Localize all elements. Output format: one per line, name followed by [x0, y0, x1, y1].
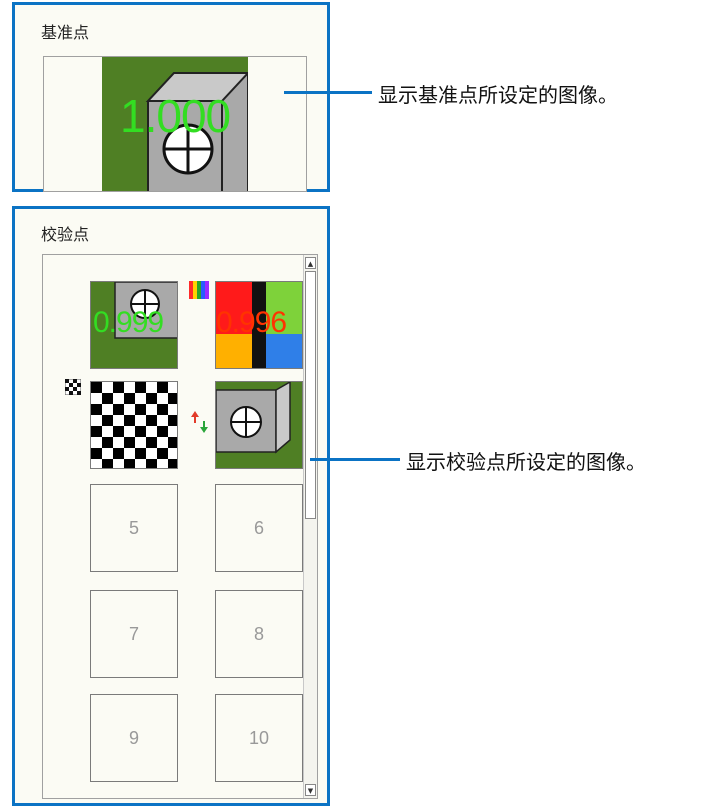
check-slot-5[interactable]: 5: [90, 484, 178, 572]
swap-arrows-icon: [191, 411, 208, 433]
scroll-down-button[interactable]: ▼: [305, 784, 316, 796]
reference-score: 1.000: [120, 90, 231, 142]
check-thumbnail-2[interactable]: 0.996: [215, 281, 303, 369]
check-point-list[interactable]: 0.999 0.996 5 6 7 8 9 10 ▲ ▼: [42, 254, 318, 799]
check-panel-title: 校验点: [41, 225, 90, 244]
reference-image-frame: 1.000: [43, 56, 307, 192]
check-slot-9[interactable]: 9: [90, 694, 178, 782]
color-bars-icon: [189, 281, 209, 299]
check-callout-text: 显示校验点所设定的图像。: [406, 450, 646, 474]
reference-callout-text: 显示基准点所设定的图像。: [378, 83, 618, 107]
check-thumbnail-4[interactable]: [215, 381, 303, 469]
check-slot-6[interactable]: 6: [215, 484, 303, 572]
checkerboard-graphic: [91, 382, 177, 468]
check-slot-8[interactable]: 8: [215, 590, 303, 678]
check-thumbnail-3[interactable]: [90, 381, 178, 469]
check-thumbnail-1[interactable]: 0.999: [90, 281, 178, 369]
check-point-panel: 校验点 0.999 0.996 5 6 7 8 9 10 ▲ ▼: [12, 206, 330, 806]
check-callout-line: [310, 458, 400, 461]
scroll-thumb[interactable]: [305, 271, 316, 519]
thumbnail-1-score: 0.999: [93, 306, 164, 339]
scroll-up-button[interactable]: ▲: [305, 257, 316, 269]
list-scrollbar[interactable]: ▲ ▼: [303, 255, 317, 798]
reference-callout-line: [284, 91, 372, 94]
checker-icon: [65, 379, 81, 395]
reference-panel-title: 基准点: [41, 23, 90, 42]
check-slot-7[interactable]: 7: [90, 590, 178, 678]
thumbnail-2-score: 0.996: [216, 306, 287, 339]
reference-image[interactable]: 1.000: [102, 57, 248, 191]
thumbnail-4-graphic: [216, 382, 302, 468]
check-slot-10[interactable]: 10: [215, 694, 303, 782]
reference-point-panel: 基准点 1.000: [12, 2, 330, 192]
